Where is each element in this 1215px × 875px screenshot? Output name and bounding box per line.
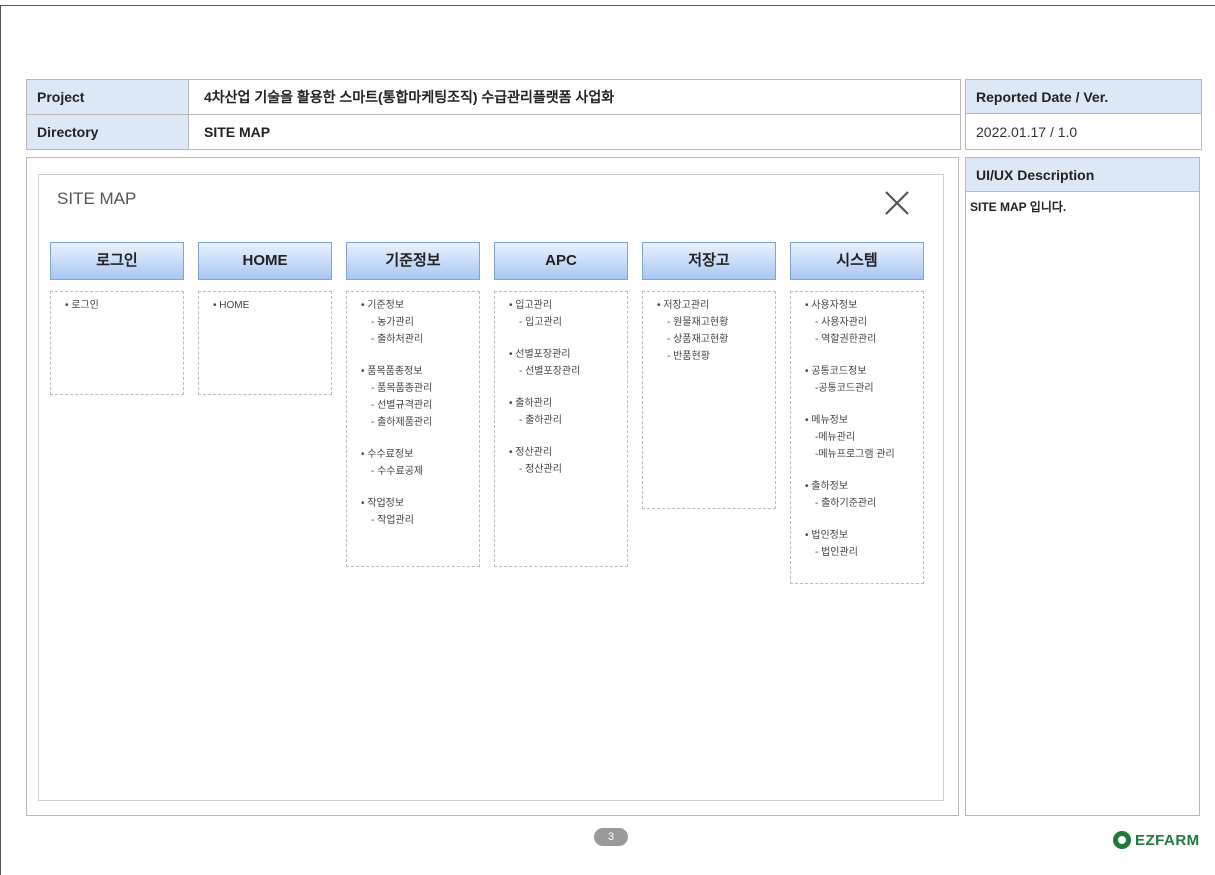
logo-text: EZFARM bbox=[1135, 831, 1200, 849]
menu-group-item[interactable]: • 작업정보 bbox=[347, 495, 479, 512]
project-value: 4차산업 기술을 활용한 스마트(통합마케팅조직) 수급관리플랫폼 사업화 bbox=[204, 89, 615, 105]
sitemap-menu-1-list: • 로그인 bbox=[50, 291, 184, 395]
menu-group-item[interactable]: • HOME bbox=[199, 297, 331, 314]
directory-row: Directory SITE MAP bbox=[27, 115, 960, 149]
menu-group-item[interactable]: • 수수료정보 bbox=[347, 446, 479, 463]
menu-sub-item[interactable]: - 품목품종관리 bbox=[347, 380, 479, 397]
sitemap-menu-4-list: • 입고관리 - 입고관리 • 선별포장관리 - 선별포장관리 • 출하관리 - 출하관리… bbox=[494, 291, 628, 567]
top-border bbox=[0, 0, 1215, 6]
menu-group-item[interactable]: • 품목품종정보 bbox=[347, 363, 479, 380]
menu-group-item[interactable]: • 법인정보 bbox=[791, 527, 923, 544]
sitemap-menu-4-button[interactable]: APC bbox=[494, 242, 628, 280]
menu-sub-item[interactable]: - 원물재고현황 bbox=[643, 314, 775, 331]
report-info-box: Reported Date / Ver. 2022.01.17 / 1.0 bbox=[965, 79, 1202, 150]
menu-sub-item[interactable]: - 수수료공제 bbox=[347, 463, 479, 480]
menu-sub-item[interactable]: - 상품재고현황 bbox=[643, 331, 775, 348]
project-row: Project 4차산업 기술을 활용한 스마트(통합마케팅조직) 수급관리플랫… bbox=[27, 80, 960, 115]
menu-sub-item[interactable]: - 사용자관리 bbox=[791, 314, 923, 331]
left-border bbox=[0, 5, 1, 875]
sitemap-menu-6-button[interactable]: 시스템 bbox=[790, 242, 924, 280]
menu-sub-item[interactable]: -공통코드관리 bbox=[791, 380, 923, 397]
description-text: SITE MAP 입니다. bbox=[970, 200, 1067, 214]
menu-sub-item[interactable]: - 역할권한관리 bbox=[791, 331, 923, 348]
menu-group-item[interactable]: • 메뉴정보 bbox=[791, 412, 923, 429]
screen-panel: SITE MAP 로그인 • 로그인 HOME • HOME 기준정보 • 기준정보 - 농… bbox=[26, 157, 959, 816]
menu-sub-item[interactable]: - 법인관리 bbox=[791, 544, 923, 561]
menu-group-item[interactable]: • 출하관리 bbox=[495, 395, 627, 412]
menu-sub-item[interactable]: -메뉴관리 bbox=[791, 429, 923, 446]
directory-value: SITE MAP bbox=[204, 124, 271, 140]
menu-group-item[interactable]: • 선별포장관리 bbox=[495, 346, 627, 363]
menu-sub-item[interactable]: - 선별규격관리 bbox=[347, 397, 479, 414]
menu-sub-item[interactable]: - 정산관리 bbox=[495, 461, 627, 478]
project-info-table: Project 4차산업 기술을 활용한 스마트(통합마케팅조직) 수급관리플랫… bbox=[26, 79, 961, 150]
description-panel: UI/UX Description SITE MAP 입니다. bbox=[965, 157, 1200, 816]
menu-sub-item[interactable]: - 입고관리 bbox=[495, 314, 627, 331]
menu-sub-item[interactable]: - 반품현황 bbox=[643, 348, 775, 365]
sitemap-menu-3-button[interactable]: 기준정보 bbox=[346, 242, 480, 280]
reported-date-label: Reported Date / Ver. bbox=[966, 80, 1201, 114]
menu-sub-item[interactable]: - 출하처관리 bbox=[347, 331, 479, 348]
sitemap-menu-2-button[interactable]: HOME bbox=[198, 242, 332, 280]
ezfarm-logo-icon bbox=[1113, 831, 1131, 849]
ezfarm-logo: EZFARM bbox=[1113, 829, 1200, 851]
sitemap-menu-3-list: • 기준정보 - 농가관리 - 출하처관리 • 품목품종정보 - 품목품종관리 - 선별규… bbox=[346, 291, 480, 567]
menu-group-item[interactable]: • 정산관리 bbox=[495, 444, 627, 461]
menu-sub-item[interactable]: - 출하기준관리 bbox=[791, 495, 923, 512]
sitemap-menu-5-list: • 저장고관리 - 원물재고현황 - 상품재고현황 - 반품현황 bbox=[642, 291, 776, 509]
menu-group-item[interactable]: • 공통코드정보 bbox=[791, 363, 923, 380]
sitemap-menu-1-button[interactable]: 로그인 bbox=[50, 242, 184, 280]
reported-date-value: 2022.01.17 / 1.0 bbox=[976, 124, 1078, 140]
menu-group-item[interactable]: • 출하정보 bbox=[791, 478, 923, 495]
menu-sub-item[interactable]: - 출하제품관리 bbox=[347, 414, 479, 431]
menu-sub-item[interactable]: - 출하관리 bbox=[495, 412, 627, 429]
menu-sub-item[interactable]: - 선별포장관리 bbox=[495, 363, 627, 380]
menu-group-item[interactable]: • 저장고관리 bbox=[643, 297, 775, 314]
sitemap-menu-5-button[interactable]: 저장고 bbox=[642, 242, 776, 280]
menu-group-item[interactable]: • 로그인 bbox=[51, 297, 183, 314]
menu-group-item[interactable]: • 사용자정보 bbox=[791, 297, 923, 314]
sitemap-title: SITE MAP bbox=[57, 189, 137, 208]
menu-sub-item[interactable]: - 농가관리 bbox=[347, 314, 479, 331]
menu-sub-item[interactable]: - 작업관리 bbox=[347, 512, 479, 529]
page-number-badge: 3 bbox=[594, 828, 628, 846]
close-icon[interactable] bbox=[883, 189, 911, 217]
directory-label: Directory bbox=[27, 115, 189, 149]
menu-group-item[interactable]: • 기준정보 bbox=[347, 297, 479, 314]
sitemap-menu-2-list: • HOME bbox=[198, 291, 332, 395]
sitemap-menu-6-list: • 사용자정보 - 사용자관리 - 역할권한관리 • 공통코드정보 -공통코드관리 • 메… bbox=[790, 291, 924, 584]
project-label: Project bbox=[27, 80, 189, 114]
menu-sub-item[interactable]: -메뉴프로그램 관리 bbox=[791, 446, 923, 463]
menu-group-item[interactable]: • 입고관리 bbox=[495, 297, 627, 314]
description-label: UI/UX Description bbox=[966, 158, 1199, 192]
sitemap-window: SITE MAP 로그인 • 로그인 HOME • HOME 기준정보 • 기준정보 - 농… bbox=[38, 174, 944, 801]
